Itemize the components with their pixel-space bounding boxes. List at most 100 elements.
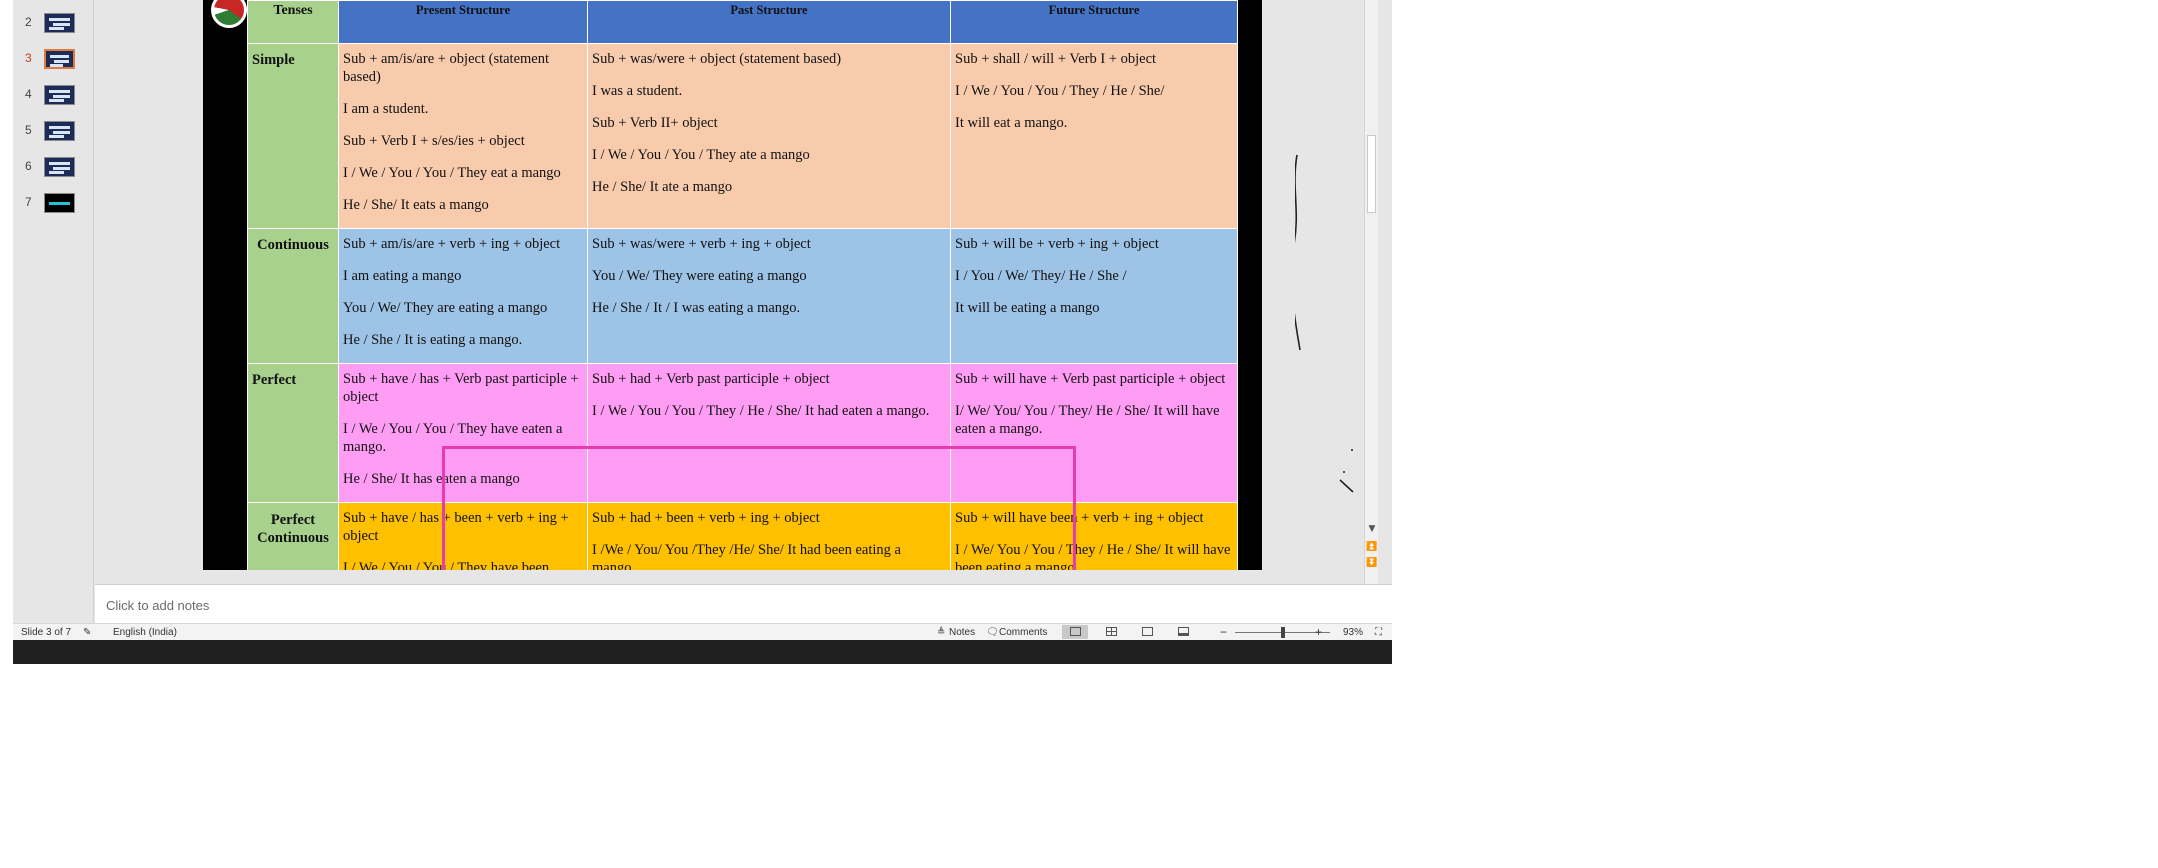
normal-view-button[interactable] <box>1062 625 1088 639</box>
cell-line: I /We / You/ You /They /He/ She/ It had … <box>592 542 901 570</box>
zoom-in-button[interactable]: + <box>1315 625 1322 639</box>
past-structure-cell[interactable]: Sub + had + Verb past participle + objec… <box>587 363 951 503</box>
slide-thumbnail-number: 5 <box>25 123 32 137</box>
slide-thumbnail-number: 3 <box>25 51 32 65</box>
cell-line: I / We / You / You / They ate a mango <box>592 147 810 163</box>
fit-slide-icon[interactable]: ⛶ <box>1375 627 1382 638</box>
slide-counter[interactable]: Slide 3 of 7 <box>21 627 71 638</box>
past-structure-cell[interactable]: Sub + was/were + verb + ing + object You … <box>587 228 951 364</box>
slideshow-icon <box>1178 627 1189 636</box>
cell-line: Sub + Verb II+ object <box>592 115 718 131</box>
slide-thumbnail-image[interactable] <box>44 49 75 69</box>
header-future: Future Structure <box>950 0 1238 44</box>
zoom-level[interactable]: 93% <box>1343 627 1363 638</box>
tense-name-cell[interactable]: Continuous <box>247 228 339 364</box>
vertical-scrollbar[interactable]: ▼ ⏫ ⏬ <box>1364 0 1378 584</box>
reading-view-icon <box>1142 627 1153 636</box>
past-structure-cell[interactable]: Sub + was/were + object (statement based… <box>587 43 951 229</box>
previous-slide-icon[interactable]: ⏫ <box>1365 540 1379 554</box>
cell-line: Sub + have / has + Verb past participle … <box>343 371 579 405</box>
cell-line: Sub + was/were + verb + ing + object <box>592 236 811 252</box>
powerpoint-window: 2 3 4 5 6 7 Tenses Present Structure Past Str… <box>13 0 1392 664</box>
cell-line: I was a student. <box>592 83 683 99</box>
cell-line: I am eating a mango <box>343 268 462 284</box>
spell-check-icon[interactable]: ✎ <box>83 627 91 638</box>
present-structure-cell[interactable]: Sub + am/is/are + verb + ing + object I a… <box>338 228 588 364</box>
reading-view-button[interactable] <box>1134 625 1160 639</box>
header-present: Present Structure <box>338 0 588 44</box>
slide-thumbnail-number: 6 <box>25 159 32 173</box>
future-structure-cell[interactable]: Sub + shall / will + Verb I + object I / … <box>950 43 1238 229</box>
slide-thumbnail[interactable]: 4 <box>13 85 94 119</box>
cell-line: I / We / You / You / They have been eati… <box>343 560 550 570</box>
table-header-row: Tenses Present Structure Past Structure … <box>247 0 1238 44</box>
cell-line: I / We / You / You / They / He / She/ <box>955 83 1165 99</box>
future-structure-cell[interactable]: Sub + will have been + verb + ing + obje… <box>950 502 1238 570</box>
notes-button[interactable]: Notes <box>949 627 975 638</box>
cell-line: Sub + was/were + object (statement based… <box>592 51 842 67</box>
cell-line: It will eat a mango. <box>955 115 1068 131</box>
slide-sorter-button[interactable] <box>1098 625 1124 639</box>
comments-icon[interactable]: 🗨 <box>986 627 999 638</box>
scroll-down-icon[interactable]: ▼ <box>1365 522 1379 536</box>
slide-sorter-icon <box>1106 627 1117 636</box>
slide-thumbnail-image[interactable] <box>44 121 75 141</box>
future-structure-cell[interactable]: Sub + will be + verb + ing + object I / Y… <box>950 228 1238 364</box>
normal-view-icon <box>1070 627 1081 636</box>
slide-canvas-area: Tenses Present Structure Past Structure … <box>95 0 1378 584</box>
cell-line: I / You / We/ They/ He / She / <box>955 268 1127 284</box>
next-slide-icon[interactable]: ⏬ <box>1365 556 1379 570</box>
slide-thumbnail-image[interactable] <box>44 13 75 33</box>
table-row: Perfect Continuous Sub + have / has + bee… <box>247 502 1238 570</box>
comments-button[interactable]: Comments <box>999 627 1047 638</box>
slide-thumbnail[interactable]: 7 <box>13 193 94 227</box>
slide-thumbnail-panel: 2 3 4 5 6 7 <box>13 0 94 630</box>
cell-line: Sub + will have been + verb + ing + obje… <box>955 510 1204 526</box>
past-structure-cell[interactable]: Sub + had + been + verb + ing + object I … <box>587 502 951 570</box>
notes-placeholder[interactable]: Click to add notes <box>106 598 209 613</box>
slide-thumbnail-image[interactable] <box>44 85 75 105</box>
cell-line: Sub + Verb I + s/es/ies + object <box>343 133 525 149</box>
cell-line: You / We/ They were eating a mango <box>592 268 807 284</box>
zoom-slider-thumb[interactable] <box>1281 627 1285 638</box>
cell-line: Sub + shall / will + Verb I + object <box>955 51 1157 67</box>
tenses-table[interactable]: Tenses Present Structure Past Structure … <box>247 0 1238 570</box>
cell-line: Sub + have / has + been + verb + ing + o… <box>343 510 569 544</box>
cell-line: Sub + had + been + verb + ing + object <box>592 510 820 526</box>
cell-line: I am a student. <box>343 101 429 117</box>
cell-line: Sub + will have + Verb past participle +… <box>955 371 1226 387</box>
cell-line: I / We / You / You / They / He / She/ It… <box>592 403 930 419</box>
table-row: Perfect Sub + have / has + Verb past part… <box>247 363 1238 503</box>
cell-line: I / We / You / You / They have eaten a m… <box>343 421 563 455</box>
present-structure-cell[interactable]: Sub + am/is/are + object (statement base… <box>338 43 588 229</box>
cell-line: You / We/ They are eating a mango <box>343 300 548 316</box>
taskbar-strip <box>13 640 1392 664</box>
slideshow-button[interactable] <box>1170 625 1196 639</box>
cell-line: He / She / It / I was eating a mango. <box>592 300 801 316</box>
slide-thumbnail-image[interactable] <box>44 157 75 177</box>
cell-line: Sub + am/is/are + object (statement base… <box>343 51 550 85</box>
tense-name-cell[interactable]: Perfect <box>247 363 339 503</box>
notes-icon[interactable]: ≜ <box>937 627 945 638</box>
zoom-out-button[interactable]: − <box>1220 625 1227 639</box>
cell-line: He / She / It is eating a mango. <box>343 332 523 348</box>
cell-line: I/ We/ You/ You / They/ He / She/ It wil… <box>955 403 1220 437</box>
present-structure-cell[interactable]: Sub + have / has + been + verb + ing + o… <box>338 502 588 570</box>
tense-name-cell[interactable]: Perfect Continuous <box>247 502 339 570</box>
slide-thumbnail[interactable]: 3 <box>13 49 94 83</box>
cell-line: I / We / You / You / They eat a mango <box>343 165 561 181</box>
slide-thumbnail[interactable]: 5 <box>13 121 94 155</box>
ink-annotation <box>1295 154 1354 493</box>
slide[interactable]: Tenses Present Structure Past Structure … <box>203 0 1262 570</box>
tense-name-cell[interactable]: Simple <box>247 43 339 229</box>
slide-thumbnail-image[interactable] <box>44 193 75 213</box>
future-structure-cell[interactable]: Sub + will have + Verb past participle +… <box>950 363 1238 503</box>
slide-thumbnail-number: 2 <box>25 15 32 29</box>
slide-thumbnail[interactable]: 2 <box>13 13 94 47</box>
present-structure-cell[interactable]: Sub + have / has + Verb past participle … <box>338 363 588 503</box>
cell-line: It will be eating a mango <box>955 300 1100 316</box>
scrollbar-thumb[interactable] <box>1367 135 1376 213</box>
slide-thumbnail[interactable]: 6 <box>13 157 94 191</box>
cell-line: He / She/ It has eaten a mango <box>343 471 520 487</box>
language-indicator[interactable]: English (India) <box>113 627 177 638</box>
